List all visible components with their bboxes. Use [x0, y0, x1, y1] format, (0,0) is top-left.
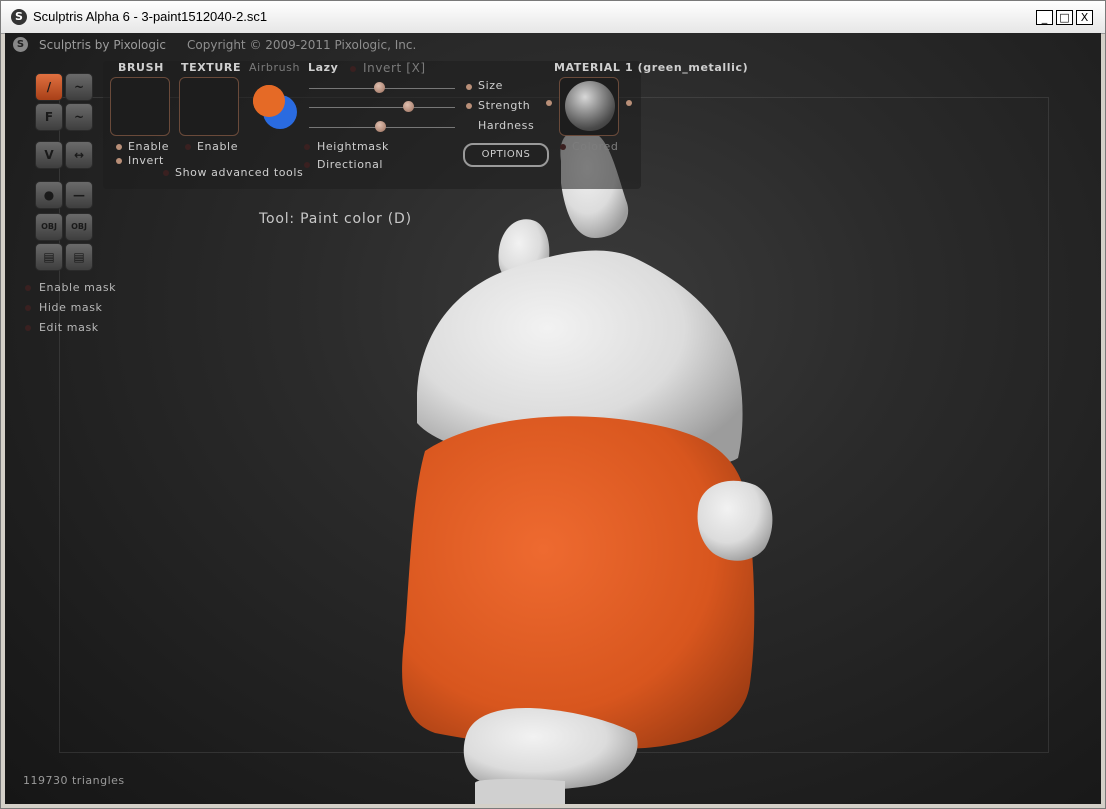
- current-tool-label: Tool: Paint color (D): [259, 211, 412, 227]
- right-nub-shape: [697, 480, 773, 561]
- maximize-button[interactable]: □: [1056, 10, 1073, 25]
- window-title: Sculptris Alpha 6 - 3-paint1512040-2.sc1: [33, 9, 268, 24]
- sculptris-logo-icon: S: [11, 9, 27, 25]
- title-bar[interactable]: S Sculptris Alpha 6 - 3-paint1512040-2.s…: [1, 1, 1105, 34]
- airbrush-toggle[interactable]: Airbrush: [249, 61, 300, 74]
- material-next-dot[interactable]: [626, 100, 632, 106]
- directional-checkbox[interactable]: [304, 162, 310, 168]
- triangle-count: 119730 triangles: [23, 774, 125, 787]
- colored-checkbox[interactable]: [560, 144, 566, 150]
- primary-color-front[interactable]: [253, 85, 285, 117]
- minimize-button[interactable]: _: [1036, 10, 1053, 25]
- options-button[interactable]: OPTIONS: [463, 143, 549, 167]
- close-button[interactable]: X: [1076, 10, 1093, 25]
- material-prev-dot[interactable]: [546, 100, 552, 106]
- brush-enable-label: Enable: [128, 140, 170, 153]
- size-pressure-toggle[interactable]: [466, 84, 472, 90]
- app-name: Sculptris by Pixologic: [39, 38, 166, 52]
- directional-label: Directional: [317, 158, 384, 171]
- hide-mask-label: Hide mask: [39, 301, 103, 314]
- brush-slot[interactable]: [110, 77, 170, 136]
- pixologic-logo-icon: S: [13, 37, 28, 52]
- strength-slider-knob[interactable]: [403, 101, 414, 112]
- export-obj-button[interactable]: OBJ: [65, 213, 93, 241]
- size-slider-knob[interactable]: [374, 82, 385, 93]
- texture-enable-label: Enable: [197, 140, 239, 153]
- hardness-label: Hardness: [478, 119, 535, 132]
- paint-brush-tool-button[interactable]: /: [35, 73, 63, 101]
- flatten-tool-button[interactable]: F: [35, 103, 63, 131]
- save-file-button[interactable]: ▤: [65, 243, 93, 271]
- heightmask-checkbox[interactable]: [304, 144, 310, 150]
- enable-mask-checkbox[interactable]: [25, 285, 31, 291]
- show-advanced-checkbox[interactable]: [163, 170, 169, 176]
- open-file-button[interactable]: ▤: [35, 243, 63, 271]
- hide-mask-checkbox[interactable]: [25, 305, 31, 311]
- base-shape: [475, 778, 565, 804]
- painted-body-shape: [402, 416, 755, 750]
- show-advanced-label: Show advanced tools: [175, 166, 304, 179]
- brush-invert-label: Invert: [128, 154, 164, 167]
- bump-tool-button[interactable]: ~: [65, 73, 93, 101]
- strength-pressure-toggle[interactable]: [466, 103, 472, 109]
- enable-mask-label: Enable mask: [39, 281, 117, 294]
- colored-label: Colored: [572, 140, 619, 153]
- edit-mask-checkbox[interactable]: [25, 325, 31, 331]
- sphere-tool-button[interactable]: ●: [35, 181, 63, 209]
- material-sphere-icon[interactable]: [565, 81, 615, 131]
- lazy-label[interactable]: Lazy: [308, 61, 338, 74]
- invert-x-checkbox[interactable]: [350, 66, 356, 72]
- texture-slot[interactable]: [179, 77, 239, 136]
- texture-label: TEXTURE: [181, 61, 242, 74]
- 3d-viewport[interactable]: S Sculptris by Pixologic Copyright © 200…: [5, 33, 1101, 804]
- material-label: MATERIAL 1 (green_metallic): [554, 61, 749, 74]
- app-window: S Sculptris Alpha 6 - 3-paint1512040-2.s…: [0, 0, 1106, 809]
- copyright-text: Copyright © 2009-2011 Pixologic, Inc.: [187, 38, 417, 52]
- crease-tool-button[interactable]: V: [35, 141, 63, 169]
- import-obj-button[interactable]: OBJ: [35, 213, 63, 241]
- size-label: Size: [478, 79, 503, 92]
- hardness-slider-knob[interactable]: [375, 121, 386, 132]
- grab-tool-button[interactable]: ↔: [65, 141, 93, 169]
- plane-tool-button[interactable]: —: [65, 181, 93, 209]
- texture-enable-checkbox[interactable]: [185, 144, 191, 150]
- heightmask-label: Heightmask: [317, 140, 389, 153]
- smooth-tool-button[interactable]: ~: [65, 103, 93, 131]
- brush-label: BRUSH: [118, 61, 164, 74]
- strength-slider[interactable]: [309, 107, 455, 108]
- invert-x-label[interactable]: Invert [X]: [363, 61, 426, 75]
- strength-label: Strength: [478, 99, 531, 112]
- brush-invert-checkbox[interactable]: [116, 158, 122, 164]
- brush-enable-checkbox[interactable]: [116, 144, 122, 150]
- edit-mask-label: Edit mask: [39, 321, 99, 334]
